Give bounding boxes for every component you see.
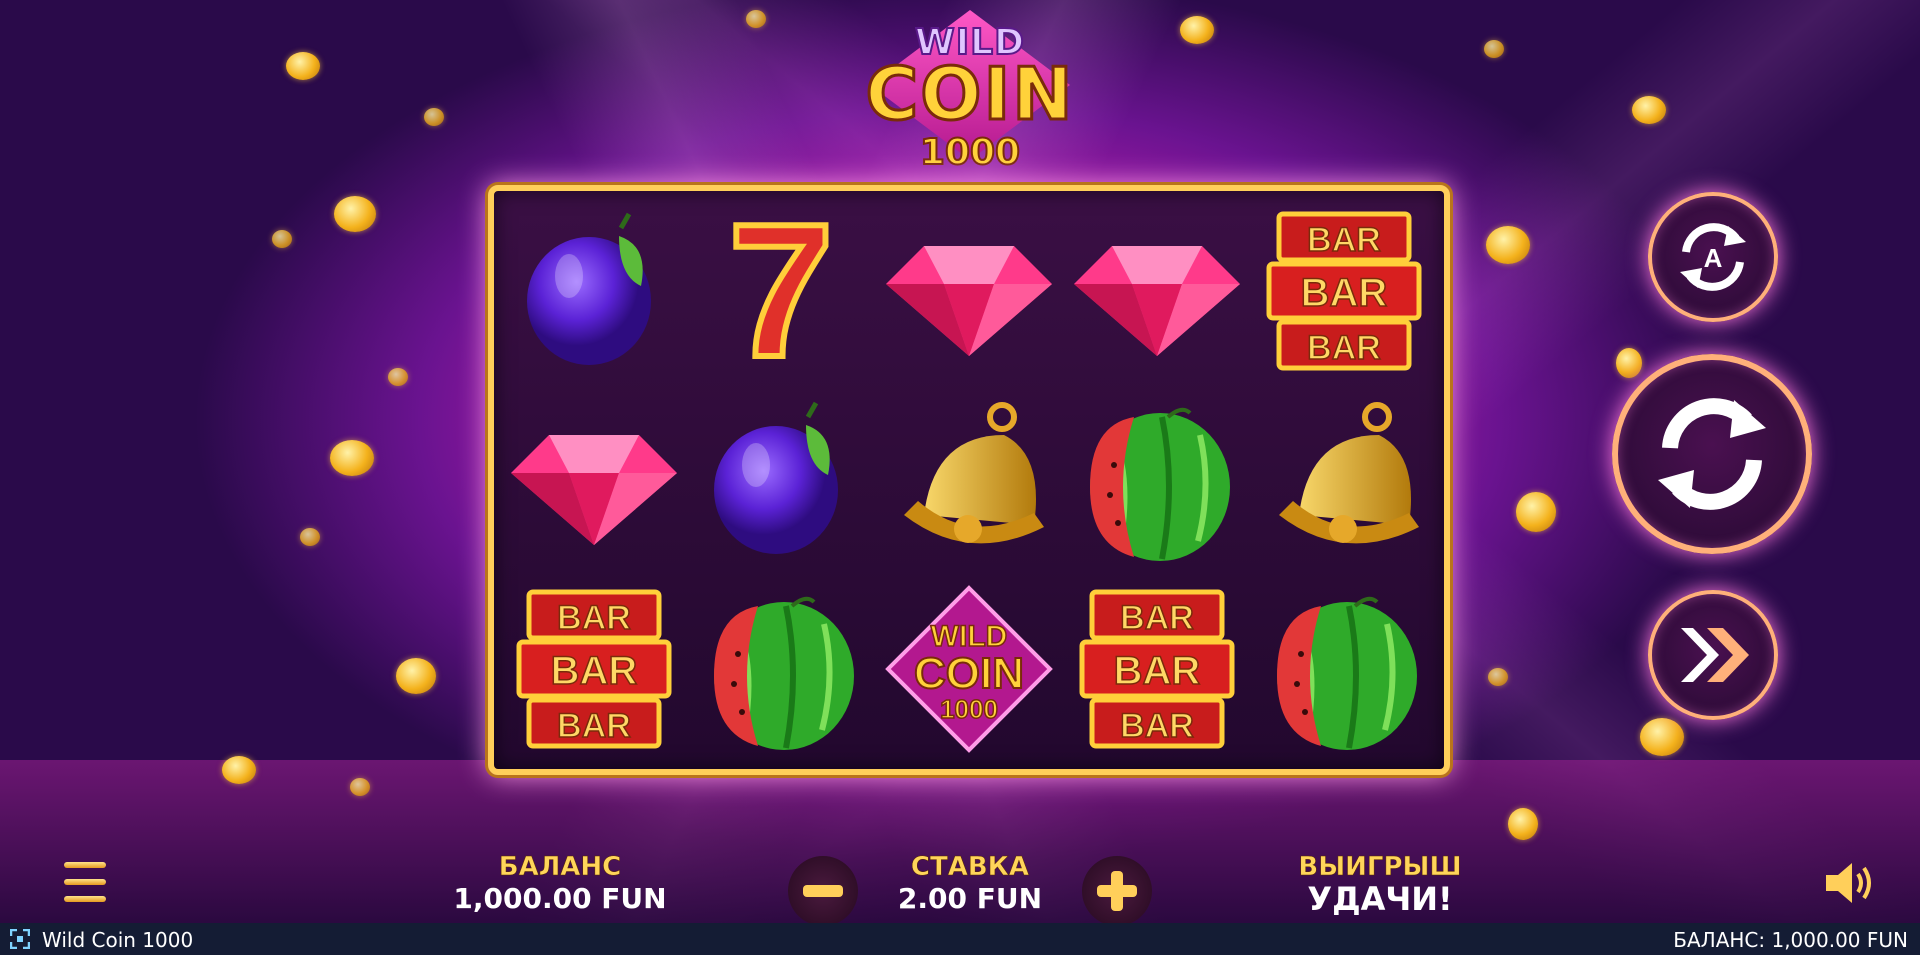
coin-decoration bbox=[286, 52, 320, 80]
svg-text:BAR: BAR bbox=[1301, 271, 1388, 315]
win-label: ВЫИГРЫШ bbox=[1298, 852, 1462, 883]
coin-decoration bbox=[1488, 668, 1508, 686]
statusbar-balance: БАЛАНС: 1,000.00 FUN bbox=[1673, 928, 1908, 952]
bell-icon bbox=[1279, 401, 1420, 544]
coin-decoration bbox=[300, 528, 320, 546]
svg-text:BAR: BAR bbox=[1120, 707, 1194, 745]
status-bar: Wild Coin 1000 БАЛАНС: 1,000.00 FUN bbox=[0, 923, 1920, 955]
coin-decoration bbox=[222, 756, 256, 784]
minus-icon bbox=[803, 885, 843, 897]
svg-text:BAR: BAR bbox=[550, 649, 637, 693]
svg-text:1000: 1000 bbox=[940, 694, 998, 724]
wild-coin-icon: WILD COIN 1000 bbox=[885, 584, 1053, 753]
coin-decoration bbox=[1180, 16, 1214, 44]
seven-icon: 7 bbox=[726, 206, 838, 376]
coin-decoration bbox=[1516, 492, 1556, 532]
watermelon-icon bbox=[714, 596, 855, 750]
svg-text:BAR: BAR bbox=[557, 599, 631, 637]
watermelon-icon bbox=[1089, 407, 1230, 561]
coin-decoration bbox=[388, 368, 408, 386]
reel-cell bbox=[875, 197, 1063, 386]
menu-icon-bar bbox=[64, 879, 106, 885]
svg-text:BAR: BAR bbox=[1307, 221, 1381, 259]
menu-icon-bar bbox=[64, 896, 106, 902]
menu-button[interactable] bbox=[64, 862, 106, 902]
diamond-icon bbox=[1073, 246, 1240, 357]
coin-decoration bbox=[746, 10, 766, 28]
spin-button[interactable] bbox=[1612, 354, 1812, 554]
reel-cell bbox=[1063, 386, 1251, 575]
reel-cell bbox=[688, 386, 876, 575]
coin-decoration bbox=[1486, 226, 1530, 264]
coin-decoration bbox=[350, 778, 370, 796]
reel-cell bbox=[500, 386, 688, 575]
reel-cell bbox=[500, 197, 688, 386]
coin-decoration bbox=[330, 440, 374, 476]
game-logo: WILD COIN 1000 bbox=[800, 0, 1140, 180]
reel-cell: BAR BAR BAR bbox=[1250, 197, 1438, 386]
reel-cell: WILD COIN 1000 bbox=[875, 574, 1063, 763]
reel-cell: 7 bbox=[688, 197, 876, 386]
game-title: Wild Coin 1000 bbox=[42, 928, 194, 952]
speaker-icon bbox=[1826, 863, 1871, 903]
diamond-icon bbox=[510, 434, 677, 545]
logo-coin-text: COIN bbox=[864, 52, 1075, 136]
autoplay-letter: A bbox=[1704, 243, 1723, 273]
plus-icon bbox=[1097, 871, 1137, 911]
turbo-button[interactable] bbox=[1648, 590, 1778, 720]
bell-icon bbox=[903, 401, 1044, 544]
coin-decoration bbox=[1616, 348, 1642, 378]
reel-grid: 7 BAR BAR BAR BAR BAR BAR WILD COIN 1000… bbox=[500, 197, 1438, 763]
reel-cell bbox=[1063, 197, 1251, 386]
watermelon-icon bbox=[1277, 596, 1418, 750]
sound-button[interactable] bbox=[1824, 860, 1878, 906]
menu-icon-bar bbox=[64, 862, 106, 868]
fullscreen-icon[interactable] bbox=[10, 929, 30, 949]
win-value: УДАЧИ! bbox=[1307, 880, 1453, 918]
svg-text:COIN: COIN bbox=[914, 649, 1024, 698]
bet-increase-button[interactable] bbox=[1082, 856, 1152, 926]
bet-label: СТАВКА bbox=[910, 852, 1030, 883]
balance-value: 1,000.00 FUN bbox=[453, 882, 667, 915]
bet-value: 2.00 FUN bbox=[897, 882, 1043, 915]
coin-decoration bbox=[1508, 808, 1538, 840]
svg-text:BAR: BAR bbox=[1307, 329, 1381, 367]
spin-icon bbox=[1658, 398, 1766, 510]
coin-decoration bbox=[424, 108, 444, 126]
reel-cell: BAR BAR BAR bbox=[1063, 574, 1251, 763]
coin-decoration bbox=[1632, 96, 1666, 124]
coin-decoration bbox=[1484, 40, 1504, 58]
svg-text:BAR: BAR bbox=[1120, 599, 1194, 637]
balance-label: БАЛАНС bbox=[498, 852, 622, 883]
plum-icon bbox=[714, 401, 839, 554]
logo-1000-text: 1000 bbox=[919, 131, 1021, 174]
coin-decoration bbox=[396, 658, 436, 694]
diamond-icon bbox=[885, 246, 1052, 357]
bar-icon: BAR BAR BAR bbox=[1266, 211, 1422, 371]
svg-text:BAR: BAR bbox=[557, 707, 631, 745]
autoplay-button[interactable]: A bbox=[1648, 192, 1778, 322]
reel-frame: 7 BAR BAR BAR BAR BAR BAR WILD COIN 1000… bbox=[488, 185, 1450, 775]
reel-cell bbox=[688, 574, 876, 763]
fast-forward-icon bbox=[1681, 628, 1749, 682]
bet-decrease-button[interactable] bbox=[788, 856, 858, 926]
coin-decoration bbox=[1640, 718, 1684, 756]
reel-cell bbox=[1250, 574, 1438, 763]
plum-icon bbox=[526, 213, 651, 366]
coin-decoration bbox=[272, 230, 292, 248]
svg-text:7: 7 bbox=[729, 206, 835, 376]
coin-decoration bbox=[334, 196, 376, 232]
svg-text:BAR: BAR bbox=[1113, 649, 1200, 693]
bar-icon: BAR BAR BAR bbox=[516, 589, 672, 749]
reel-cell: BAR BAR BAR bbox=[500, 574, 688, 763]
autoplay-icon: A bbox=[1680, 223, 1746, 291]
reel-cell bbox=[1250, 386, 1438, 575]
bar-icon: BAR BAR BAR bbox=[1079, 589, 1235, 749]
reel-cell bbox=[875, 386, 1063, 575]
